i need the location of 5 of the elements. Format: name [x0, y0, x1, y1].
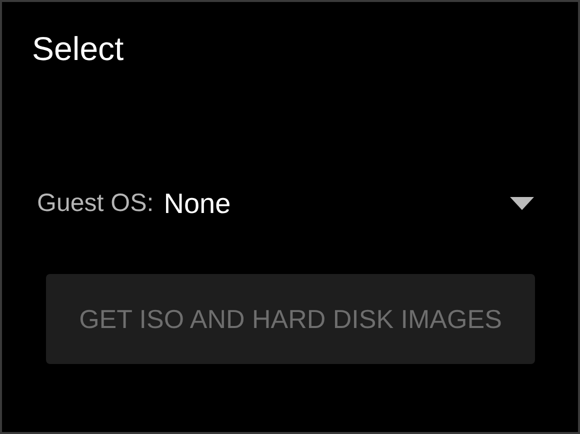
- dropdown-caret-icon: [510, 197, 534, 211]
- guest-os-dropdown[interactable]: Guest OS: None: [2, 182, 578, 226]
- guest-os-value: None: [164, 187, 231, 221]
- guest-os-label: Guest OS:: [37, 188, 154, 220]
- dialog-title: Select: [32, 30, 124, 67]
